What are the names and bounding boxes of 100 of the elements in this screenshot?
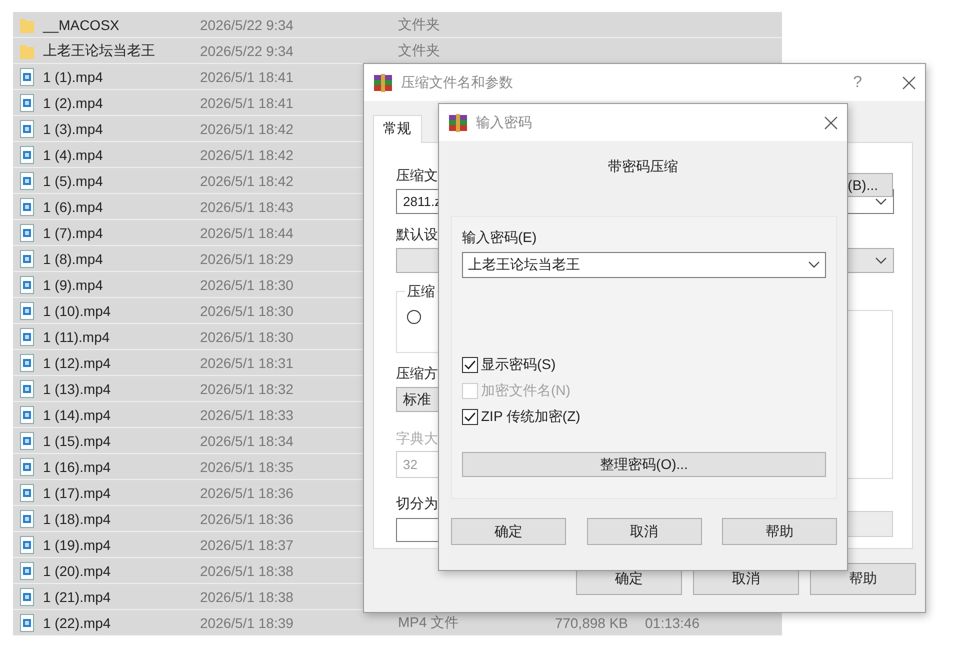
file-date: 2026/5/1 18:30	[200, 276, 294, 292]
file-name: 1 (20).mp4	[43, 562, 112, 578]
checkbox-label: 加密文件名(N)	[481, 382, 570, 400]
file-name: 1 (9).mp4	[43, 276, 104, 292]
file-date: 2026/5/1 18:41	[200, 68, 294, 84]
file-date: 2026/5/1 18:42	[200, 172, 294, 188]
file-name: 1 (14).mp4	[43, 406, 112, 422]
chevron-down-icon	[875, 198, 887, 206]
field-label: 默认设	[396, 226, 438, 244]
file-date: 2026/5/1 18:42	[200, 146, 294, 162]
video-file-icon	[19, 484, 35, 502]
video-file-icon	[19, 224, 35, 242]
file-name: 1 (15).mp4	[43, 432, 112, 448]
file-row[interactable]: 上老王论坛当老王 2026/5/22 9:34 文件夹	[13, 38, 782, 64]
window-title: 输入密码	[476, 114, 533, 132]
checkbox[interactable]	[462, 357, 478, 373]
video-file-icon	[19, 94, 35, 112]
checkbox[interactable]	[462, 409, 478, 425]
video-file-icon	[19, 458, 35, 476]
dialog-button[interactable]: 确定	[451, 518, 566, 545]
file-date: 2026/5/1 18:42	[200, 120, 294, 136]
video-file-icon	[19, 146, 35, 164]
file-date: 2026/5/1 18:43	[200, 198, 294, 214]
video-file-icon	[19, 328, 35, 346]
file-name: 1 (16).mp4	[43, 458, 112, 474]
file-date: 2026/5/1 18:41	[200, 94, 294, 110]
file-date: 2026/5/1 18:31	[200, 354, 294, 370]
video-file-icon	[19, 198, 35, 216]
video-file-icon	[19, 562, 35, 580]
field-label: 压缩文	[396, 167, 438, 185]
file-name: 1 (11).mp4	[43, 328, 111, 344]
video-file-icon	[19, 172, 35, 190]
file-date: 2026/5/1 18:36	[200, 484, 294, 500]
file-date: 2026/5/1 18:39	[200, 614, 294, 630]
file-duration: 01:13:46	[645, 614, 700, 630]
video-file-icon	[19, 250, 35, 268]
video-file-icon	[19, 588, 35, 606]
field-label: 切分为	[396, 495, 438, 513]
video-file-icon	[19, 406, 35, 424]
video-file-icon	[19, 120, 35, 138]
field-label: 输入密码(E)	[462, 229, 537, 247]
file-date: 2026/5/1 18:34	[200, 432, 294, 448]
file-date: 2026/5/1 18:38	[200, 562, 294, 578]
file-date: 2026/5/1 18:37	[200, 536, 294, 552]
file-date: 2026/5/22 9:34	[200, 16, 294, 32]
checkbox-label: 显示密码(S)	[481, 356, 556, 374]
file-date: 2026/5/1 18:35	[200, 458, 294, 474]
file-name: 1 (21).mp4	[43, 588, 112, 604]
close-icon[interactable]	[902, 76, 916, 90]
video-file-icon	[19, 354, 35, 372]
close-icon[interactable]	[824, 116, 838, 130]
books-icon	[448, 112, 468, 132]
file-date: 2026/5/1 18:33	[200, 406, 294, 422]
video-file-icon	[19, 510, 35, 528]
password-field[interactable]: 上老王论坛当老王	[462, 252, 826, 278]
file-date: 2026/5/1 18:30	[200, 328, 294, 344]
file-date: 2026/5/1 18:30	[200, 302, 294, 318]
file-name: 1 (13).mp4	[43, 380, 112, 396]
file-name: 上老王论坛当老王	[43, 42, 156, 60]
file-name: 1 (4).mp4	[43, 146, 104, 162]
file-name: 1 (22).mp4	[43, 614, 112, 630]
dialog-button[interactable]: 帮助	[722, 518, 837, 545]
file-name: 1 (1).mp4	[43, 68, 104, 84]
radio-button[interactable]	[407, 310, 421, 324]
video-file-icon	[19, 276, 35, 294]
checkbox-label: ZIP 传统加密(Z)	[481, 408, 580, 426]
tab[interactable]: 常规	[373, 115, 422, 143]
file-name: 1 (17).mp4	[43, 484, 112, 500]
file-date: 2026/5/1 18:38	[200, 588, 294, 604]
dialog-button[interactable]: 帮助	[810, 563, 916, 595]
chevron-down-icon	[808, 261, 820, 269]
file-name: 1 (3).mp4	[43, 120, 104, 136]
file-name: 1 (18).mp4	[43, 510, 112, 526]
file-name: 1 (7).mp4	[43, 224, 104, 240]
help-glyph[interactable]: ?	[853, 74, 862, 92]
window-title: 压缩文件名和参数	[401, 74, 514, 92]
file-row[interactable]: 1 (22).mp4 2026/5/1 18:39 MP4 文件 770,898 KB 01:13:46	[13, 610, 782, 636]
file-type: 文件夹	[398, 16, 440, 32]
books-icon	[373, 72, 393, 92]
file-name: __MACOSX	[43, 16, 120, 32]
file-name: 1 (5).mp4	[43, 172, 104, 188]
field-label: 字典大	[396, 430, 438, 448]
file-name: 1 (6).mp4	[43, 198, 104, 214]
file-date: 2026/5/1 18:29	[200, 250, 294, 266]
dialog-heading: 带密码压缩	[607, 158, 679, 176]
video-file-icon	[19, 432, 35, 450]
file-date: 2026/5/1 18:36	[200, 510, 294, 526]
file-date: 2026/5/22 9:34	[200, 42, 294, 58]
group-label: 压缩	[405, 283, 437, 301]
video-file-icon	[19, 380, 35, 398]
file-type: MP4 文件	[398, 614, 459, 630]
file-row[interactable]: __MACOSX 2026/5/22 9:34 文件夹	[13, 12, 782, 38]
file-type: 文件夹	[398, 42, 440, 58]
dialog-button[interactable]: 取消	[586, 518, 702, 545]
file-name: 1 (19).mp4	[43, 536, 112, 552]
file-date: 2026/5/1 18:44	[200, 224, 294, 240]
file-name: 1 (2).mp4	[43, 94, 104, 110]
video-file-icon	[19, 68, 35, 86]
organize-passwords-button[interactable]: 整理密码(O)...	[462, 452, 826, 477]
video-file-icon	[19, 614, 35, 632]
